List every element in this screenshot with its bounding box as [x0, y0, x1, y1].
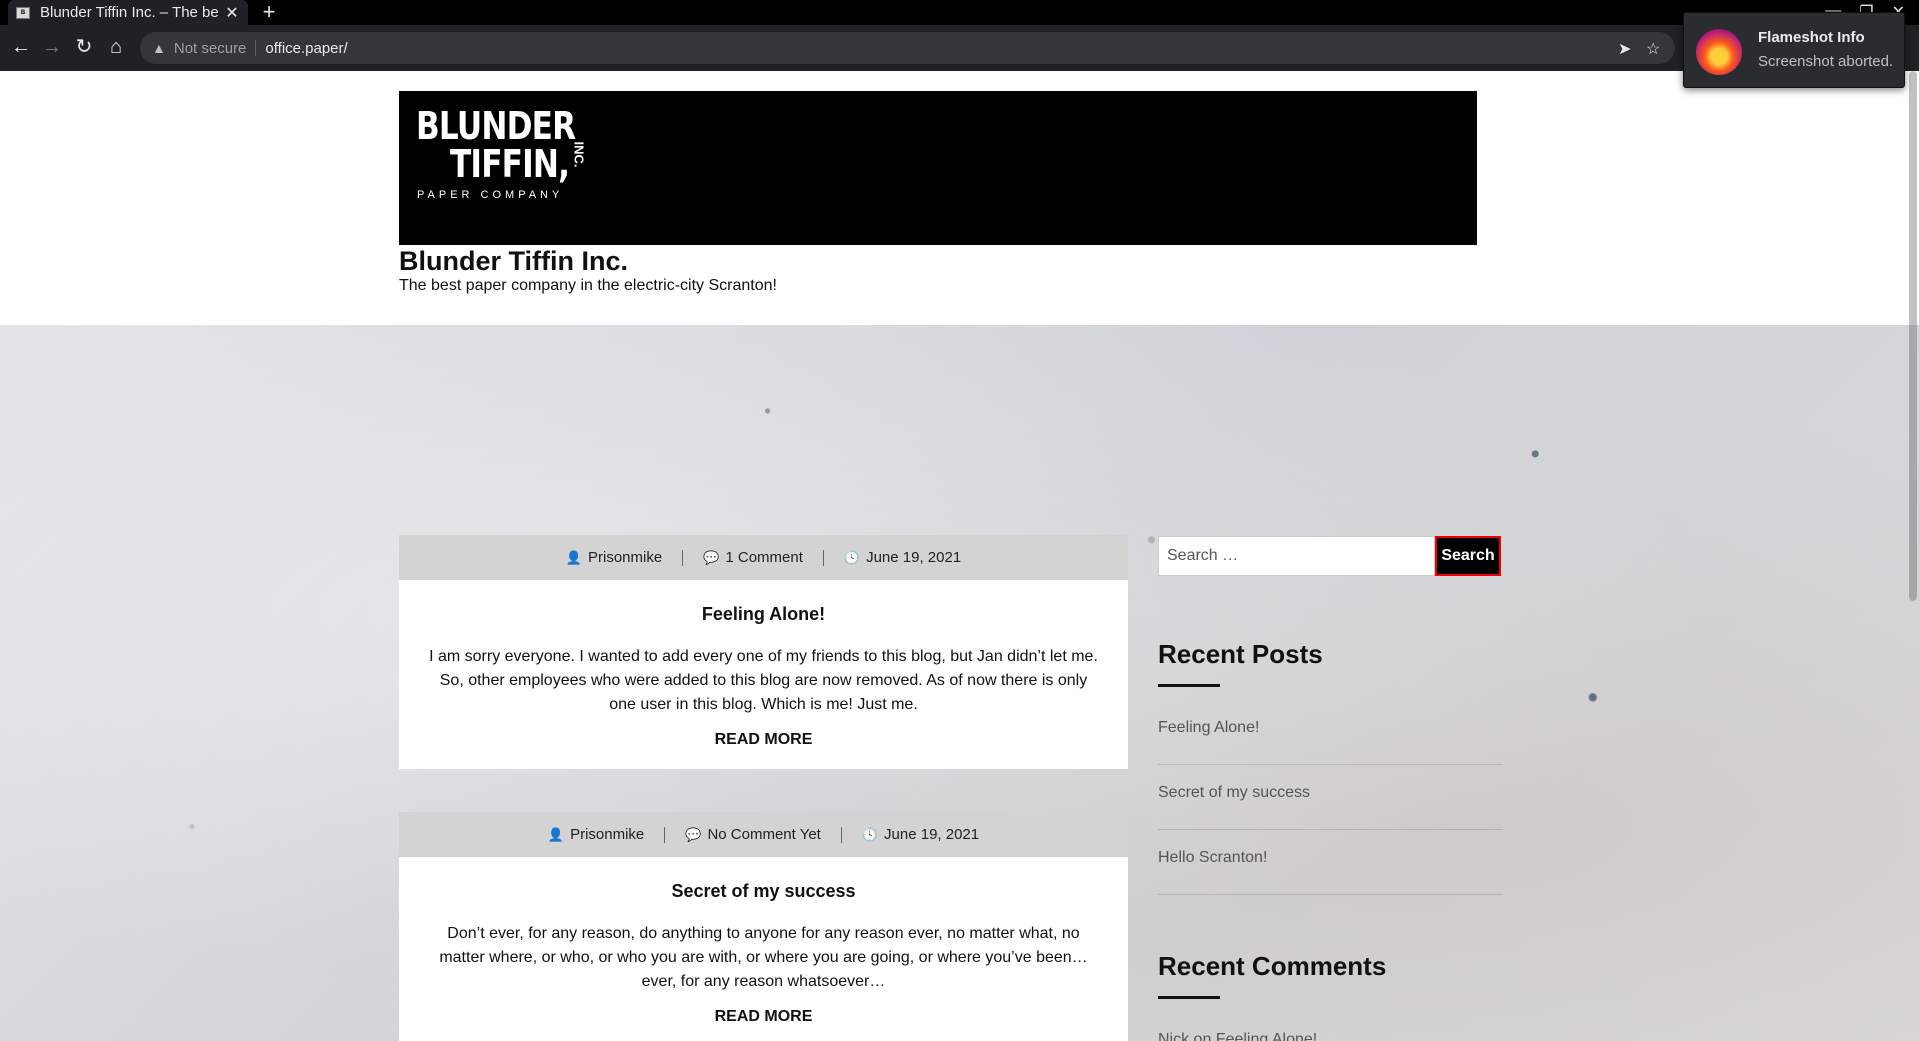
tab-title: Blunder Tiffin Inc. – The be — [40, 4, 219, 21]
post-body: Feeling Alone! I am sorry everyone. I wa… — [399, 580, 1128, 769]
clock-icon: 🕓 — [843, 549, 861, 565]
recent-post-divider — [1158, 829, 1503, 830]
post-excerpt: Don’t ever, for any reason, do anything … — [439, 925, 1088, 990]
date-text[interactable]: June 19, 2021 — [884, 826, 979, 843]
recent-comments-underline — [1158, 996, 1220, 999]
post-card: 👤 Prisonmike 💬 No Comment Yet 🕓 June 19,… — [399, 812, 1128, 1041]
forward-icon[interactable]: → — [39, 34, 65, 60]
reload-icon[interactable]: ↻ — [71, 34, 97, 60]
address-separator — [255, 40, 257, 56]
recent-comment-link[interactable]: Nick on Feeling Alone! — [1158, 1031, 1317, 1041]
site-favicon-icon: B — [16, 6, 30, 19]
recent-comments-title: Recent Comments — [1158, 951, 1387, 981]
post-body: Secret of my success Don’t ever, for any… — [399, 857, 1128, 1041]
comments-icon: 💬 — [685, 826, 702, 842]
post-author[interactable]: 👤 Prisonmike — [546, 549, 682, 566]
back-icon[interactable]: ← — [8, 34, 34, 60]
post-title[interactable]: Secret of my success — [425, 881, 1102, 902]
search-input[interactable] — [1158, 536, 1435, 576]
author-name[interactable]: Prisonmike — [588, 549, 662, 566]
address-bar[interactable]: ▲ Not secure office.paper/ ➤ ☆ — [140, 32, 1675, 64]
recent-post-link[interactable]: Hello Scranton! — [1158, 849, 1267, 867]
post-date[interactable]: 🕓 June 19, 2021 — [842, 826, 999, 843]
logo-line-2: TIFFIN, — [450, 142, 570, 186]
post-meta: 👤 Prisonmike 💬 No Comment Yet 🕓 June 19,… — [399, 812, 1128, 857]
search-form: Search — [1158, 536, 1501, 576]
recent-post-link[interactable]: Secret of my success — [1158, 784, 1310, 802]
browser-tab[interactable]: B Blunder Tiffin Inc. – The be ✕ — [8, 0, 248, 25]
user-icon: 👤 — [547, 826, 565, 842]
home-icon[interactable]: ⌂ — [103, 34, 129, 60]
browser-tab-bar: B Blunder Tiffin Inc. – The be ✕ + ⌄ — ❐… — [0, 0, 1919, 25]
search-button[interactable]: Search — [1435, 536, 1501, 576]
post-comments[interactable]: 💬 1 Comment — [683, 549, 823, 566]
comments-icon: 💬 — [703, 549, 720, 565]
read-more-link[interactable]: READ MORE — [715, 731, 813, 749]
recent-post-divider — [1158, 894, 1503, 895]
post-title[interactable]: Feeling Alone! — [425, 604, 1102, 625]
page-scrollbar[interactable] — [1907, 71, 1919, 1041]
flameshot-notification[interactable]: Flameshot Info Screenshot aborted. — [1683, 12, 1905, 88]
post-excerpt: I am sorry everyone. I wanted to add eve… — [429, 648, 1098, 713]
new-tab-button[interactable]: + — [258, 1, 280, 23]
notification-body: Screenshot aborted. — [1758, 53, 1894, 70]
comments-count[interactable]: No Comment Yet — [707, 826, 820, 843]
post-meta: 👤 Prisonmike 💬 1 Comment 🕓 June 19, 2021 — [399, 535, 1128, 580]
read-more-link[interactable]: READ MORE — [715, 1008, 813, 1026]
recent-post-link[interactable]: Feeling Alone! — [1158, 719, 1259, 737]
notification-title: Flameshot Info — [1758, 29, 1865, 46]
user-icon: 👤 — [565, 549, 582, 565]
site-description: The best paper company in the electric-c… — [399, 277, 777, 294]
post-author[interactable]: 👤 Prisonmike — [528, 826, 664, 843]
flameshot-icon — [1696, 29, 1742, 75]
logo-line-1: BLUNDER — [416, 104, 576, 148]
clock-icon: 🕓 — [861, 826, 879, 842]
date-text[interactable]: June 19, 2021 — [866, 549, 961, 566]
recent-posts-underline — [1158, 684, 1220, 687]
logo-line-3: PAPER COMPANY — [417, 189, 564, 201]
tab-close-icon[interactable]: ✕ — [224, 3, 240, 23]
header-banner[interactable]: BLUNDER TIFFIN, INC. PAPER COMPANY — [399, 91, 1477, 245]
site-logo[interactable]: BLUNDER TIFFIN, INC. PAPER COMPANY — [416, 107, 610, 201]
logo-inc: INC. — [571, 141, 587, 168]
comments-count[interactable]: 1 Comment — [725, 549, 803, 566]
author-name[interactable]: Prisonmike — [570, 826, 644, 843]
send-icon[interactable]: ➤ — [1618, 39, 1631, 59]
scrollbar-thumb[interactable] — [1909, 71, 1917, 601]
not-secure-label[interactable]: Not secure — [174, 40, 247, 57]
recent-post-divider — [1158, 764, 1503, 765]
warning-icon[interactable]: ▲ — [152, 40, 166, 56]
recent-posts-title: Recent Posts — [1158, 639, 1323, 669]
post-date[interactable]: 🕓 June 19, 2021 — [824, 549, 981, 566]
bookmark-star-icon[interactable]: ☆ — [1646, 39, 1660, 59]
site-header: BLUNDER TIFFIN, INC. PAPER COMPANY Blund… — [0, 71, 1919, 325]
post-card: 👤 Prisonmike 💬 1 Comment 🕓 June 19, 2021… — [399, 535, 1128, 769]
post-comments[interactable]: 💬 No Comment Yet — [665, 826, 841, 843]
url-text[interactable]: office.paper/ — [265, 40, 347, 57]
web-page: BLUNDER TIFFIN, INC. PAPER COMPANY Blund… — [0, 71, 1919, 1041]
browser-toolbar: ← → ↻ ⌂ ▲ Not secure office.paper/ ➤ ☆ — [0, 25, 1919, 71]
site-title[interactable]: Blunder Tiffin Inc. — [399, 246, 628, 277]
